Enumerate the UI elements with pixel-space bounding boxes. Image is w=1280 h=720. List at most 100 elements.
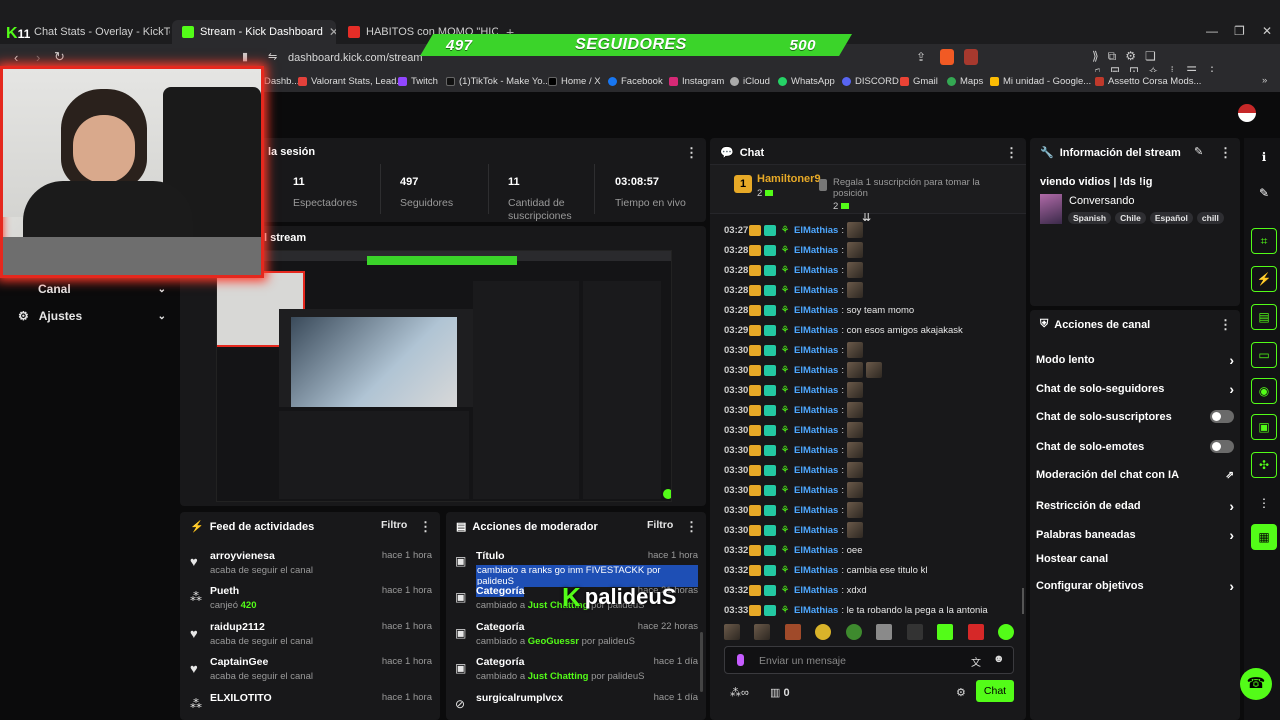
more-options-icon[interactable]: ⋮ xyxy=(1219,145,1232,161)
chat-username[interactable]: ElMathias xyxy=(794,585,838,596)
chat-username[interactable]: ElMathias xyxy=(794,445,838,456)
action-slow-mode[interactable]: Modo lento › xyxy=(1036,352,1234,368)
chat-scrollbar[interactable] xyxy=(1022,588,1024,614)
category-name[interactable]: Conversando xyxy=(1069,195,1134,207)
emote-icon[interactable] xyxy=(997,624,1014,640)
clapperboard-icon[interactable]: ▦ xyxy=(1251,524,1277,550)
chat-username[interactable]: ElMathias xyxy=(794,385,838,396)
bookmark-item[interactable]: WhatsApp xyxy=(778,76,835,87)
mod-category[interactable]: Just Chatting xyxy=(528,671,589,682)
user-avatar[interactable] xyxy=(1238,104,1256,122)
chat-username[interactable]: ElMathias xyxy=(794,305,838,316)
chat-username[interactable]: ElMathias xyxy=(794,245,838,256)
bookmark-item[interactable]: Valorant Stats, Lead... xyxy=(298,76,404,87)
bookmark-item[interactable]: Mi unidad - Google... xyxy=(990,76,1091,87)
chat-username[interactable]: ElMathias xyxy=(794,565,838,576)
chat-username[interactable]: ElMathias xyxy=(794,465,838,476)
edit-icon[interactable]: ✎ xyxy=(1194,145,1203,158)
support-chat-icon[interactable]: ☎ xyxy=(1240,668,1272,700)
chat-username[interactable]: ElMathias xyxy=(794,545,838,556)
chat-username[interactable]: ElMathias xyxy=(794,225,838,236)
chat-username[interactable]: ElMathias xyxy=(794,325,838,336)
site-settings-icon[interactable]: ⇋ xyxy=(268,50,277,63)
emote-icon[interactable] xyxy=(937,624,954,640)
more-options-icon[interactable]: ⋮ xyxy=(1005,145,1018,161)
tag[interactable]: chill xyxy=(1196,212,1224,224)
maximize-button[interactable]: ❐ xyxy=(1234,24,1245,38)
action-host-channel[interactable]: Hostear canal xyxy=(1036,553,1234,565)
action-age-restriction[interactable]: Restricción de edad › xyxy=(1036,498,1234,514)
chat-username[interactable]: ElMathias xyxy=(794,265,838,276)
action-followers-only[interactable]: Chat de solo-seguidores › xyxy=(1036,381,1234,397)
filter-button[interactable]: Filtro xyxy=(647,519,673,531)
tag[interactable]: Spanish xyxy=(1068,212,1112,224)
chat-username[interactable]: ElMathias xyxy=(794,365,838,376)
emote-icon[interactable] xyxy=(876,624,893,640)
mic-icon[interactable] xyxy=(737,654,744,666)
bookmark-item[interactable]: Assetto Corsa Mods... xyxy=(1095,76,1201,87)
chat-username[interactable]: ElMathias xyxy=(794,285,838,296)
more-bookmarks-icon[interactable]: » xyxy=(1262,75,1267,86)
more-options-icon[interactable]: ⋮ xyxy=(419,519,432,535)
edit-icon[interactable]: ✎ xyxy=(1251,180,1277,206)
toggle-switch[interactable] xyxy=(1210,410,1234,423)
chat-username[interactable]: ElMathias xyxy=(794,345,838,356)
chat-username[interactable]: ElMathias xyxy=(794,525,838,536)
window-close-button[interactable]: ✕ xyxy=(1262,24,1272,38)
forward-icon[interactable]: › xyxy=(36,50,40,65)
emoji-icon[interactable]: ☻ xyxy=(993,653,1005,665)
bookmark-item[interactable]: Gmail xyxy=(900,76,938,87)
top-gifter-name[interactable]: Hamiltoner9 xyxy=(757,173,821,185)
chat-input-box[interactable]: Enviar un mensaje 文 ☻ xyxy=(724,646,1014,674)
sidebar-item-canal[interactable]: Canal ⌄ xyxy=(18,282,166,296)
bookmark-item[interactable]: Home / X xyxy=(548,76,601,87)
emote-icon[interactable] xyxy=(784,624,801,640)
more-options-icon[interactable]: ⋮ xyxy=(1219,317,1232,333)
bookmark-item[interactable]: Instagram xyxy=(669,76,724,87)
close-icon[interactable]: ✕ xyxy=(329,25,336,39)
bookmark-item[interactable]: Twitch xyxy=(398,76,438,87)
bookmark-item[interactable]: Maps xyxy=(947,76,983,87)
filter-button[interactable]: Filtro xyxy=(381,519,407,531)
action-ai-moderation[interactable]: Moderación del chat con IA ⇗ xyxy=(1036,469,1234,481)
stream-preview-video[interactable] xyxy=(216,250,672,502)
mod-category[interactable]: GeoGuessr xyxy=(528,636,579,647)
broadcast-icon[interactable]: ◉ xyxy=(1251,378,1277,404)
reload-icon[interactable]: ↻ xyxy=(54,49,65,65)
chat-username[interactable]: ElMathias xyxy=(794,485,838,496)
screenshot-icon[interactable]: ⌗ xyxy=(1251,228,1277,254)
toggle-switch[interactable] xyxy=(1210,440,1234,453)
more-icon[interactable]: ⋮ xyxy=(1251,490,1277,516)
minimize-button[interactable]: — xyxy=(1206,24,1218,38)
bookmark-item[interactable]: DISCORD xyxy=(842,76,899,87)
emote-icon[interactable] xyxy=(967,624,984,640)
lightning-icon[interactable]: ⚡ xyxy=(1251,266,1277,292)
tab-kick-dashboard[interactable]: Stream - Kick Dashboard ✕ xyxy=(172,20,336,44)
chat-icon[interactable]: ▭ xyxy=(1251,342,1277,368)
brave-rewards-icon[interactable] xyxy=(964,49,978,65)
action-configure-goals[interactable]: Configurar objetivos › xyxy=(1036,578,1234,594)
chat-username[interactable]: ElMathias xyxy=(794,505,838,516)
bookmark-item[interactable]: Facebook xyxy=(608,76,663,87)
send-chat-button[interactable]: Chat xyxy=(976,680,1014,702)
chat-username[interactable]: ElMathias xyxy=(794,605,838,616)
emote-icon[interactable] xyxy=(906,624,923,640)
back-icon[interactable]: ‹ xyxy=(14,50,18,65)
tag[interactable]: Chile xyxy=(1115,212,1146,224)
bookmark-item[interactable]: iCloud xyxy=(730,76,770,87)
scrollbar[interactable] xyxy=(700,632,703,692)
share-icon[interactable]: ⇪ xyxy=(916,50,926,64)
chat-settings-icon[interactable]: ⚙ xyxy=(956,686,966,699)
emote-icon[interactable] xyxy=(815,624,832,640)
brave-shield-icon[interactable] xyxy=(940,49,954,65)
scroll-down-icon[interactable]: ⇊ xyxy=(862,211,871,224)
action-subscribers-only[interactable]: Chat de solo-suscriptores xyxy=(1036,410,1234,423)
chat-username[interactable]: ElMathias xyxy=(794,425,838,436)
more-options-icon[interactable]: ⋮ xyxy=(685,519,698,535)
info-icon[interactable]: ℹ xyxy=(1251,144,1277,170)
wrench-icon[interactable]: ✣ xyxy=(1251,452,1277,478)
emote-icon[interactable] xyxy=(845,624,862,640)
action-banned-words[interactable]: Palabras baneadas › xyxy=(1036,527,1234,543)
more-options-icon[interactable]: ⋮ xyxy=(685,145,698,161)
bookmark-icon[interactable]: ▮ xyxy=(242,50,248,63)
